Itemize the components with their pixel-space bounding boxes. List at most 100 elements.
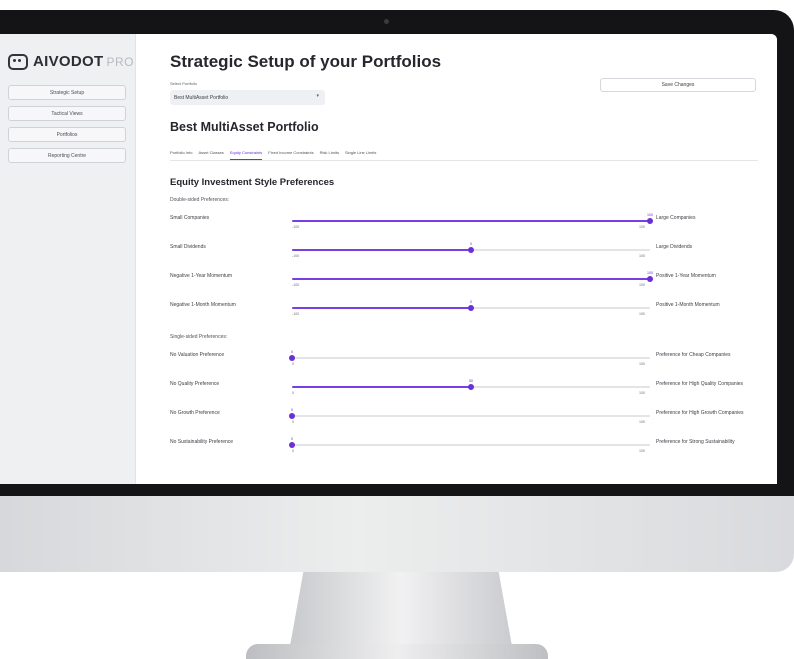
slider-min: -100: [292, 312, 300, 316]
preference-left-label: No Valuation Preference: [170, 352, 225, 358]
section-title: Equity Investment Style Preferences: [170, 177, 335, 188]
preference-slider[interactable]: 0: [289, 437, 650, 448]
slider-value: 0: [291, 408, 293, 412]
preference-right-label: Positive 1-Year Momentum: [656, 273, 716, 279]
preference-right-label: Large Companies: [656, 215, 696, 221]
preference-row: Small Companies 100 -100 100 Large Compa…: [136, 213, 777, 241]
tab-asset-classes[interactable]: Asset Classes: [198, 149, 223, 160]
preference-row: Negative 1-Month Momentum 0 -100 100 Pos…: [136, 300, 777, 328]
preference-slider[interactable]: 0: [292, 242, 650, 253]
slider-fill: [292, 278, 650, 280]
slider-min: -100: [292, 254, 300, 258]
preference-left-label: No Growth Preference: [170, 410, 220, 416]
slider-thumb[interactable]: [468, 247, 474, 253]
slider-thumb[interactable]: [468, 384, 474, 390]
slider-fill: [292, 386, 471, 388]
double-sided-label: Double-sided Preferences:: [170, 197, 230, 203]
single-sided-label: Single-sided Preferences:: [170, 334, 228, 340]
tab-single-line-limits[interactable]: Single Line Limits: [345, 149, 376, 160]
logo: AIVODOT PRO: [8, 53, 134, 70]
chevron-down-icon: ▾: [316, 93, 319, 99]
slider-value: 0: [470, 242, 472, 246]
slider-value: 0: [470, 300, 472, 304]
monitor-stand-neck: [290, 572, 512, 646]
slider-max: 100: [639, 420, 645, 424]
preference-slider[interactable]: 0: [289, 408, 650, 419]
preference-right-label: Preference for Strong Sustainability: [656, 439, 735, 445]
app-screen: AIVODOT PRO Strategic Setup Tactical Vie…: [0, 34, 777, 484]
preference-row: Negative 1-Year Momentum 100 -100 100 Po…: [136, 271, 777, 299]
slider-min: -100: [292, 283, 300, 287]
slider-max: 100: [639, 362, 645, 366]
slider-min: 0: [292, 362, 294, 366]
preference-right-label: Preference for High Growth Companies: [656, 410, 744, 416]
portfolio-select[interactable]: Best MultiAsset Portfolio ▾: [170, 90, 325, 105]
save-changes-button[interactable]: Save Changes: [600, 78, 756, 92]
tab-portfolio-info[interactable]: Portfolio Info: [170, 149, 192, 160]
sidebar-item-portfolios[interactable]: Portfolios: [8, 127, 126, 142]
preference-row: No Growth Preference 0 0 100 Preference …: [136, 408, 777, 436]
slider-value: 100: [647, 271, 653, 275]
slider-min: -100: [292, 225, 300, 229]
preference-right-label: Preference for High Quality Companies: [656, 381, 743, 387]
slider-thumb[interactable]: [468, 305, 474, 311]
slider-min: 0: [292, 420, 294, 424]
preference-slider[interactable]: 100: [292, 213, 653, 224]
slider-value: 50: [469, 379, 473, 383]
preference-slider[interactable]: 50: [292, 379, 650, 390]
portfolio-select-value: Best MultiAsset Portfolio: [174, 94, 229, 101]
slider-thumb[interactable]: [647, 218, 653, 224]
sidebar: AIVODOT PRO Strategic Setup Tactical Vie…: [0, 34, 136, 484]
preference-row: No Sustainability Preference 0 0 100 Pre…: [136, 437, 777, 465]
slider-max: 100: [639, 391, 645, 395]
camera-dot: [384, 19, 389, 24]
slider-thumb[interactable]: [289, 413, 295, 419]
monitor-stand-base: [246, 644, 548, 659]
logo-suffix: PRO: [106, 54, 134, 69]
preference-left-label: No Quality Preference: [170, 381, 220, 387]
tab-risk-limits[interactable]: Risk Limits: [320, 149, 339, 160]
preference-slider[interactable]: 0: [292, 300, 650, 311]
preference-slider[interactable]: 100: [292, 271, 653, 282]
preference-row: Small Dividends 0 -100 100 Large Dividen…: [136, 242, 777, 270]
slider-fill: [292, 307, 471, 309]
slider-max: 100: [639, 312, 645, 316]
slider-value: 0: [291, 350, 293, 354]
monitor-frame: AIVODOT PRO Strategic Setup Tactical Vie…: [0, 10, 794, 496]
preference-left-label: Small Companies: [170, 215, 210, 221]
sidebar-item-strategic-setup[interactable]: Strategic Setup: [8, 85, 126, 100]
chat-bubble-logo-icon: [8, 53, 28, 70]
preference-right-label: Large Dividends: [656, 244, 693, 250]
tab-fixed-income-constraints[interactable]: Fixed Income Constraints: [268, 149, 313, 160]
preference-left-label: Small Dividends: [170, 244, 206, 250]
sidebar-nav: Strategic Setup Tactical Views Portfolio…: [8, 85, 126, 169]
slider-max: 100: [639, 225, 645, 229]
sidebar-item-tactical-views[interactable]: Tactical Views: [8, 106, 126, 121]
portfolio-title: Best MultiAsset Portfolio: [170, 120, 319, 134]
preference-slider[interactable]: 0: [289, 350, 650, 361]
slider-max: 100: [639, 254, 645, 258]
slider-min: 0: [292, 449, 294, 453]
slider-max: 100: [639, 449, 645, 453]
slider-value: 0: [291, 437, 293, 441]
preference-row: No Quality Preference 50 0 100 Preferenc…: [136, 379, 777, 407]
slider-thumb[interactable]: [289, 442, 295, 448]
tab-bar: Portfolio Info Asset Classes Equity Cons…: [170, 149, 758, 161]
preference-left-label: Negative 1-Year Momentum: [170, 273, 233, 279]
slider-fill: [292, 220, 650, 222]
logo-text: AIVODOT: [33, 53, 104, 70]
preference-right-label: Positive 1-Month Momentum: [656, 302, 720, 308]
preference-left-label: Negative 1-Month Momentum: [170, 302, 236, 308]
select-portfolio-label: Select Portfolio: [170, 81, 197, 86]
sidebar-item-reporting-centre[interactable]: Reporting Centre: [8, 148, 126, 163]
slider-min: 0: [292, 391, 294, 395]
slider-fill: [292, 249, 471, 251]
monitor-chin: [0, 496, 794, 572]
slider-value: 100: [647, 213, 653, 217]
tab-equity-constraints[interactable]: Equity Constraints: [229, 149, 263, 160]
slider-thumb[interactable]: [289, 355, 295, 361]
preference-right-label: Preference for Cheap Companies: [656, 352, 731, 358]
slider-thumb[interactable]: [647, 276, 653, 282]
preference-left-label: No Sustainability Preference: [170, 439, 234, 445]
page-title: Strategic Setup of your Portfolios: [170, 52, 442, 71]
